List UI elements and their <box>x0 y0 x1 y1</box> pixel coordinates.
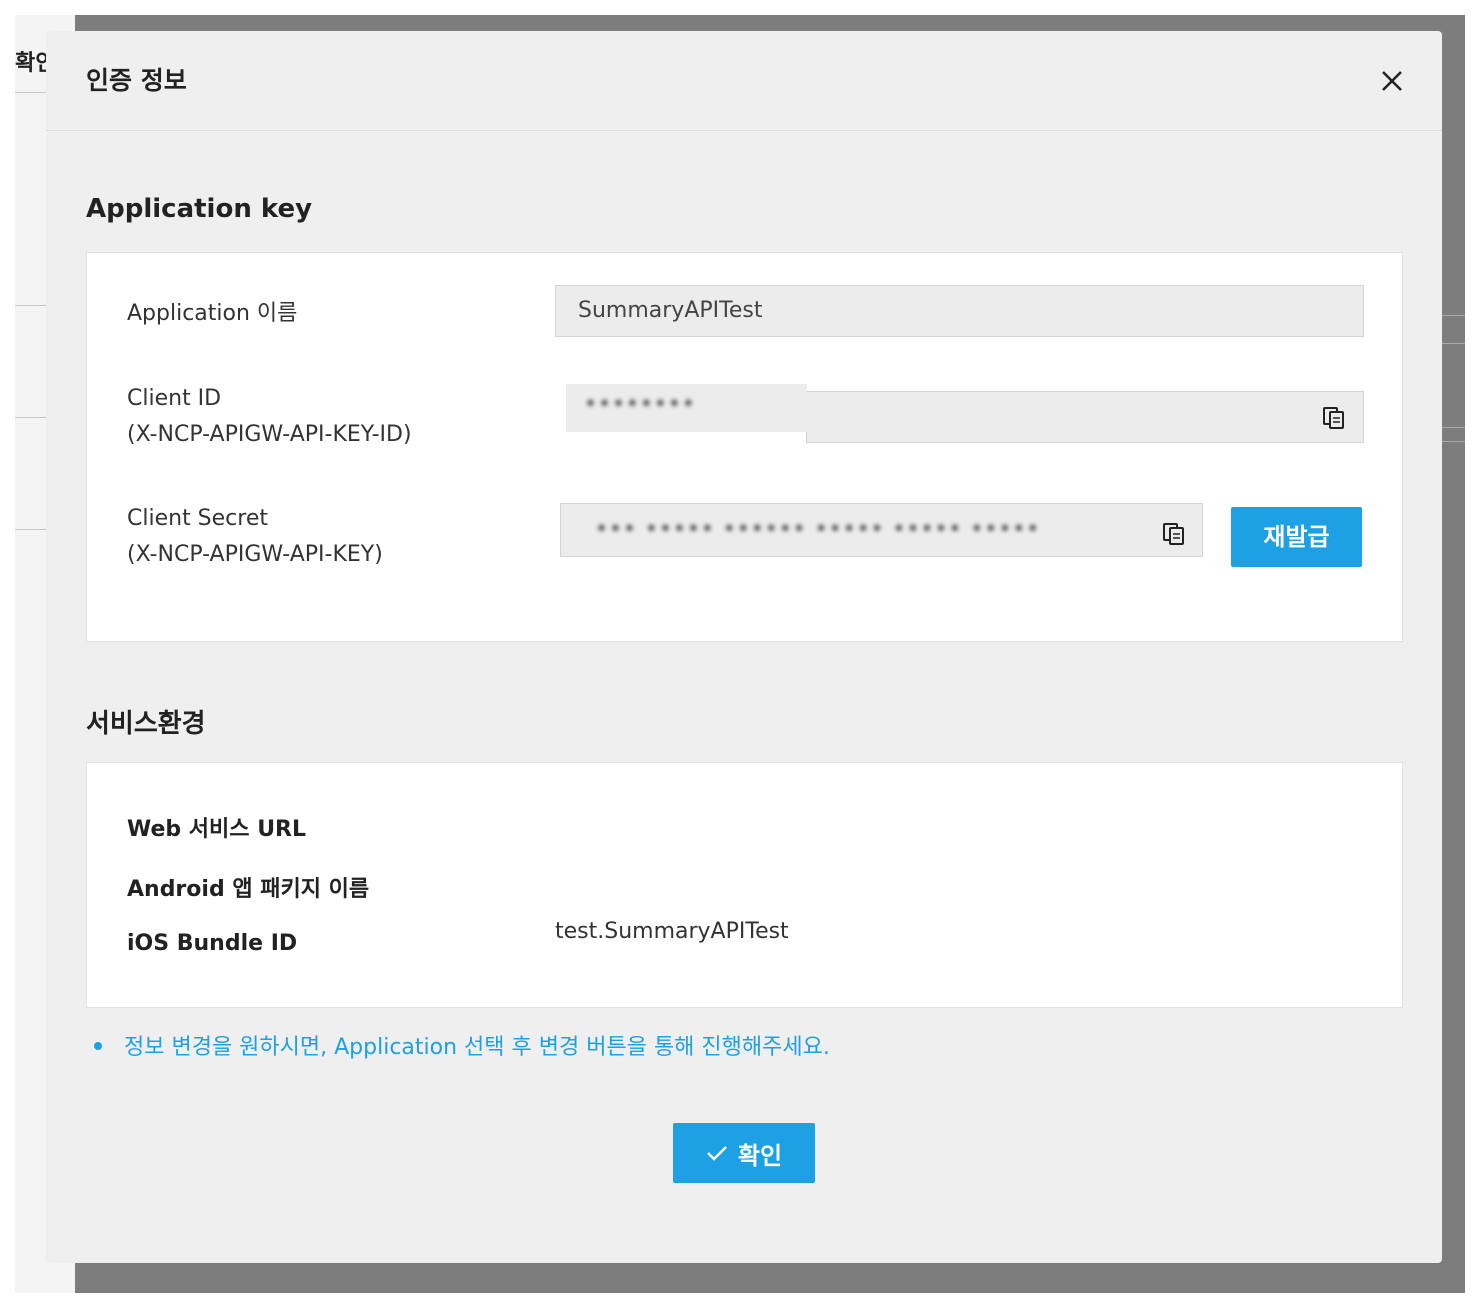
client-id-value: •••••••• <box>584 392 696 417</box>
android-package-label: Android 앱 패키지 이름 <box>127 877 370 902</box>
ok-button[interactable]: 확인 <box>673 1123 815 1183</box>
info-notice: 정보 변경을 원하시면, Application 선택 후 변경 버튼을 통해 … <box>94 1029 830 1061</box>
modal-title: 인증 정보 <box>86 66 187 95</box>
copy-client-id-button[interactable] <box>1321 404 1347 430</box>
check-icon <box>707 1146 727 1161</box>
copy-icon <box>1323 407 1344 429</box>
app-name-field[interactable]: SummaryAPITest <box>555 285 1364 337</box>
modal-header: 인증 정보 <box>46 31 1442 131</box>
app-name-label: Application 이름 <box>127 301 298 326</box>
web-url-label: Web 서비스 URL <box>127 817 307 842</box>
service-env-card: Web 서비스 URL Android 앱 패키지 이름 iOS Bundle … <box>86 762 1403 1008</box>
bullet-icon <box>94 1042 102 1050</box>
client-secret-label: Client Secret <box>127 506 269 531</box>
section-title-service-env: 서비스환경 <box>86 709 206 739</box>
client-id-masked-value: •••••••• <box>566 384 807 432</box>
copy-client-secret-button[interactable] <box>1161 520 1187 546</box>
auth-info-modal: 인증 정보 Application key Application 이름 Sum… <box>46 31 1442 1263</box>
close-button[interactable] <box>1376 65 1408 97</box>
client-secret-value: ••• ••••• •••••• ••••• ••••• ••••• <box>595 517 1041 542</box>
close-icon <box>1382 71 1402 91</box>
application-key-card: Application 이름 SummaryAPITest Client ID … <box>86 252 1403 642</box>
section-title-application-key: Application key <box>86 194 313 224</box>
client-id-label-header: (X-NCP-APIGW-API-KEY-ID) <box>127 422 412 447</box>
client-id-label: Client ID <box>127 386 222 411</box>
copy-icon <box>1163 523 1184 545</box>
client-id-field[interactable] <box>806 391 1364 443</box>
client-secret-label-header: (X-NCP-APIGW-API-KEY) <box>127 542 383 567</box>
ios-bundle-value: test.SummaryAPITest <box>555 919 789 944</box>
reissue-button[interactable]: 재발급 <box>1231 507 1362 567</box>
client-secret-field[interactable]: ••• ••••• •••••• ••••• ••••• ••••• <box>560 503 1203 557</box>
notice-text: 정보 변경을 원하시면, Application 선택 후 변경 버튼을 통해 … <box>124 1035 830 1060</box>
ok-button-label: 확인 <box>737 1141 783 1170</box>
ios-bundle-label: iOS Bundle ID <box>127 931 298 956</box>
